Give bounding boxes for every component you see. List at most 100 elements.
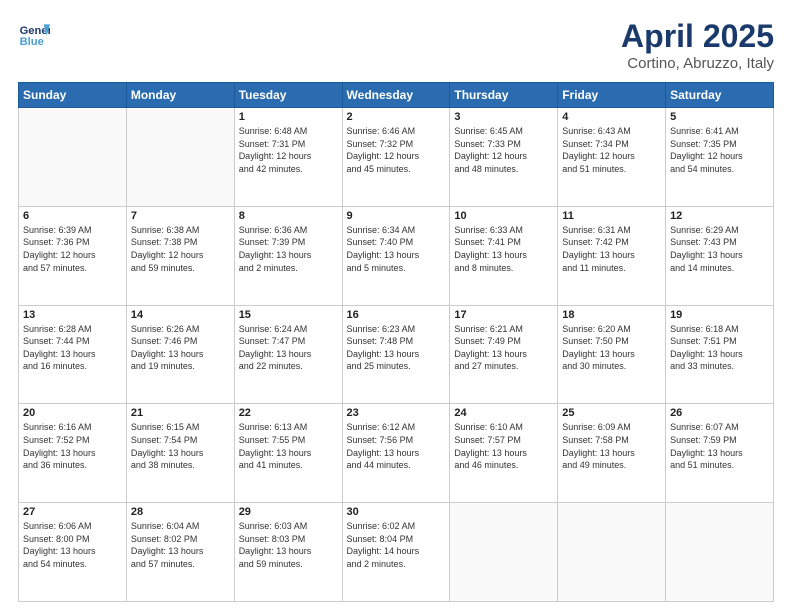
table-row: 29 Sunrise: 6:03 AM Sunset: 8:03 PM Dayli…: [234, 503, 342, 602]
table-row: 26 Sunrise: 6:07 AM Sunset: 7:59 PM Dayli…: [666, 404, 774, 503]
table-row: 19 Sunrise: 6:18 AM Sunset: 7:51 PM Dayli…: [666, 305, 774, 404]
day-number: 6: [23, 210, 122, 222]
calendar-week-row: 6 Sunrise: 6:39 AM Sunset: 7:36 PM Daylig…: [19, 206, 774, 305]
day-info: Sunrise: 6:16 AM Sunset: 7:52 PM Dayligh…: [23, 421, 122, 471]
day-info: Sunrise: 6:48 AM Sunset: 7:31 PM Dayligh…: [239, 125, 338, 175]
day-info: Sunrise: 6:03 AM Sunset: 8:03 PM Dayligh…: [239, 520, 338, 570]
table-row: 7Sunrise: 6:38 AM Sunset: 7:38 PM Daylig…: [126, 206, 234, 305]
day-number: 13: [23, 309, 122, 321]
table-row: 3Sunrise: 6:45 AM Sunset: 7:33 PM Daylig…: [450, 108, 558, 207]
day-info: Sunrise: 6:18 AM Sunset: 7:51 PM Dayligh…: [670, 323, 769, 373]
day-info: Sunrise: 6:34 AM Sunset: 7:40 PM Dayligh…: [347, 224, 446, 274]
day-number: 16: [347, 309, 446, 321]
table-row: 10 Sunrise: 6:33 AM Sunset: 7:41 PM Dayli…: [450, 206, 558, 305]
table-row: 21Sunrise: 6:15 AM Sunset: 7:54 PM Dayli…: [126, 404, 234, 503]
day-info: Sunrise: 6:06 AM Sunset: 8:00 PM Dayligh…: [23, 520, 122, 570]
day-info: Sunrise: 6:28 AM Sunset: 7:44 PM Dayligh…: [23, 323, 122, 373]
table-row: 1 Sunrise: 6:48 AM Sunset: 7:31 PM Daylig…: [234, 108, 342, 207]
table-row: 13 Sunrise: 6:28 AM Sunset: 7:44 PM Dayli…: [19, 305, 127, 404]
table-row: [558, 503, 666, 602]
day-info: Sunrise: 6:26 AM Sunset: 7:46 PM Dayligh…: [131, 323, 230, 373]
table-row: 23Sunrise: 6:12 AM Sunset: 7:56 PM Dayli…: [342, 404, 450, 503]
day-number: 4: [562, 111, 661, 123]
day-number: 25: [562, 407, 661, 419]
col-friday: Friday: [558, 83, 666, 108]
day-number: 2: [347, 111, 446, 123]
day-info: Sunrise: 6:39 AM Sunset: 7:36 PM Dayligh…: [23, 224, 122, 274]
day-number: 29: [239, 506, 338, 518]
day-info: Sunrise: 6:04 AM Sunset: 8:02 PM Dayligh…: [131, 520, 230, 570]
logo-icon: General Blue: [18, 18, 50, 50]
calendar-week-row: 27 Sunrise: 6:06 AM Sunset: 8:00 PM Dayli…: [19, 503, 774, 602]
table-row: [19, 108, 127, 207]
day-info: Sunrise: 6:20 AM Sunset: 7:50 PM Dayligh…: [562, 323, 661, 373]
logo: General Blue: [18, 18, 50, 50]
subtitle: Cortino, Abruzzo, Italy: [621, 55, 774, 72]
table-row: 5 Sunrise: 6:41 AM Sunset: 7:35 PM Daylig…: [666, 108, 774, 207]
day-info: Sunrise: 6:46 AM Sunset: 7:32 PM Dayligh…: [347, 125, 446, 175]
table-row: [666, 503, 774, 602]
day-number: 26: [670, 407, 769, 419]
table-row: 24 Sunrise: 6:10 AM Sunset: 7:57 PM Dayli…: [450, 404, 558, 503]
day-info: Sunrise: 6:07 AM Sunset: 7:59 PM Dayligh…: [670, 421, 769, 471]
day-number: 5: [670, 111, 769, 123]
day-number: 18: [562, 309, 661, 321]
table-row: 14Sunrise: 6:26 AM Sunset: 7:46 PM Dayli…: [126, 305, 234, 404]
day-info: Sunrise: 6:29 AM Sunset: 7:43 PM Dayligh…: [670, 224, 769, 274]
title-block: April 2025 Cortino, Abruzzo, Italy: [621, 18, 774, 72]
calendar-week-row: 20 Sunrise: 6:16 AM Sunset: 7:52 PM Dayli…: [19, 404, 774, 503]
table-row: 2 Sunrise: 6:46 AM Sunset: 7:32 PM Daylig…: [342, 108, 450, 207]
day-info: Sunrise: 6:36 AM Sunset: 7:39 PM Dayligh…: [239, 224, 338, 274]
day-info: Sunrise: 6:33 AM Sunset: 7:41 PM Dayligh…: [454, 224, 553, 274]
table-row: [450, 503, 558, 602]
day-number: 20: [23, 407, 122, 419]
table-row: 28 Sunrise: 6:04 AM Sunset: 8:02 PM Dayli…: [126, 503, 234, 602]
day-number: 27: [23, 506, 122, 518]
col-saturday: Saturday: [666, 83, 774, 108]
day-number: 3: [454, 111, 553, 123]
day-info: Sunrise: 6:31 AM Sunset: 7:42 PM Dayligh…: [562, 224, 661, 274]
day-info: Sunrise: 6:23 AM Sunset: 7:48 PM Dayligh…: [347, 323, 446, 373]
day-info: Sunrise: 6:43 AM Sunset: 7:34 PM Dayligh…: [562, 125, 661, 175]
col-thursday: Thursday: [450, 83, 558, 108]
col-monday: Monday: [126, 83, 234, 108]
col-sunday: Sunday: [19, 83, 127, 108]
day-number: 24: [454, 407, 553, 419]
day-info: Sunrise: 6:38 AM Sunset: 7:38 PM Dayligh…: [131, 224, 230, 274]
day-number: 22: [239, 407, 338, 419]
day-number: 1: [239, 111, 338, 123]
col-wednesday: Wednesday: [342, 83, 450, 108]
day-info: Sunrise: 6:41 AM Sunset: 7:35 PM Dayligh…: [670, 125, 769, 175]
table-row: 16 Sunrise: 6:23 AM Sunset: 7:48 PM Dayli…: [342, 305, 450, 404]
calendar-week-row: 13 Sunrise: 6:28 AM Sunset: 7:44 PM Dayli…: [19, 305, 774, 404]
table-row: 12 Sunrise: 6:29 AM Sunset: 7:43 PM Dayli…: [666, 206, 774, 305]
day-number: 9: [347, 210, 446, 222]
calendar: Sunday Monday Tuesday Wednesday Thursday…: [18, 82, 774, 602]
day-info: Sunrise: 6:21 AM Sunset: 7:49 PM Dayligh…: [454, 323, 553, 373]
table-row: 17 Sunrise: 6:21 AM Sunset: 7:49 PM Dayli…: [450, 305, 558, 404]
day-number: 10: [454, 210, 553, 222]
svg-text:Blue: Blue: [20, 36, 44, 48]
table-row: 9 Sunrise: 6:34 AM Sunset: 7:40 PM Daylig…: [342, 206, 450, 305]
day-number: 8: [239, 210, 338, 222]
main-title: April 2025: [621, 18, 774, 55]
table-row: [126, 108, 234, 207]
day-number: 30: [347, 506, 446, 518]
day-info: Sunrise: 6:24 AM Sunset: 7:47 PM Dayligh…: [239, 323, 338, 373]
day-number: 19: [670, 309, 769, 321]
table-row: 20 Sunrise: 6:16 AM Sunset: 7:52 PM Dayli…: [19, 404, 127, 503]
day-info: Sunrise: 6:10 AM Sunset: 7:57 PM Dayligh…: [454, 421, 553, 471]
day-number: 17: [454, 309, 553, 321]
table-row: 25Sunrise: 6:09 AM Sunset: 7:58 PM Dayli…: [558, 404, 666, 503]
day-number: 12: [670, 210, 769, 222]
day-info: Sunrise: 6:02 AM Sunset: 8:04 PM Dayligh…: [347, 520, 446, 570]
table-row: 30 Sunrise: 6:02 AM Sunset: 8:04 PM Dayli…: [342, 503, 450, 602]
calendar-header-row: Sunday Monday Tuesday Wednesday Thursday…: [19, 83, 774, 108]
table-row: 27 Sunrise: 6:06 AM Sunset: 8:00 PM Dayli…: [19, 503, 127, 602]
table-row: 15Sunrise: 6:24 AM Sunset: 7:47 PM Dayli…: [234, 305, 342, 404]
day-number: 28: [131, 506, 230, 518]
header: General Blue April 2025 Cortino, Abruzzo…: [18, 18, 774, 72]
day-number: 11: [562, 210, 661, 222]
day-info: Sunrise: 6:12 AM Sunset: 7:56 PM Dayligh…: [347, 421, 446, 471]
day-number: 21: [131, 407, 230, 419]
